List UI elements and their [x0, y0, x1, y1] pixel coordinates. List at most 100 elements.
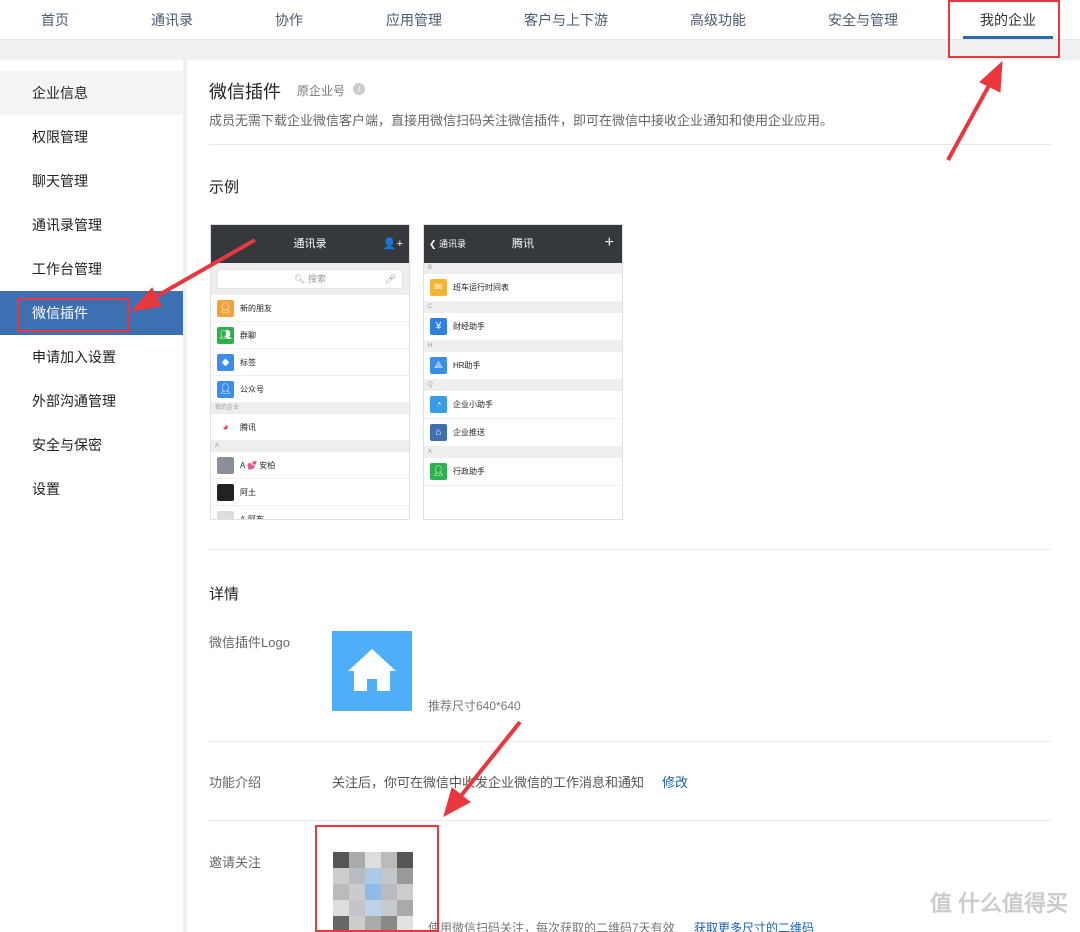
page-subtag: 原企业号 — [297, 84, 346, 98]
example-title: 示例 — [209, 179, 240, 196]
search-icon: 🔍︎ — [294, 274, 308, 284]
sidebar: 企业信息 权限管理 聊天管理 通讯录管理 工作台管理 微信插件 申请加入设置 外… — [0, 60, 183, 932]
top-nav: 首页 通讯录 协作 应用管理 客户与上下游 高级功能 安全与管理 我的企业 — [0, 0, 1080, 40]
annotation-box — [315, 825, 439, 932]
divider — [209, 741, 1052, 742]
list-item-label: A 💕 安柏 — [240, 461, 276, 470]
list-item: 👥︎ 群聊 — [211, 322, 409, 349]
edit-feature-link[interactable]: 修改 — [662, 772, 688, 791]
list-item: A-阿布 — [211, 506, 409, 520]
logo-label: 微信插件Logo — [209, 635, 290, 650]
sidebar-item-workbench[interactable]: 工作台管理 — [0, 247, 183, 291]
official-account-icon: 👤︎ — [217, 381, 234, 398]
list-item: ¥ 财经助手 — [424, 313, 622, 341]
list-item-label: 腾讯 — [240, 423, 256, 432]
sidebar-item-join-settings[interactable]: 申请加入设置 — [0, 335, 183, 379]
list-item: 👤︎ 新的朋友 — [211, 295, 409, 322]
list-item-label: 新的朋友 — [240, 304, 272, 313]
list-item-label: HR助手 — [453, 361, 481, 370]
section-header: 我的企业 — [211, 403, 409, 414]
list-item-label: 财经助手 — [453, 322, 485, 331]
info-icon[interactable]: i — [353, 83, 365, 95]
divider — [209, 549, 1052, 550]
sidebar-item-permissions[interactable]: 权限管理 — [0, 115, 183, 159]
tencent-logo-icon: ◕ — [217, 419, 234, 436]
hr-icon: ⟁ — [430, 357, 447, 374]
avatar — [217, 484, 234, 501]
tag-icon: ◆ — [217, 354, 234, 371]
home-icon: ⌂ — [430, 424, 447, 441]
divider — [209, 820, 1052, 821]
list-item-label: 行政助手 — [453, 467, 485, 476]
nav-home[interactable]: 首页 — [41, 0, 69, 40]
list-item: 👤︎ 行政助手 — [424, 458, 622, 486]
phone-header: 通讯录 👤+ — [211, 225, 409, 263]
new-friend-icon: 👤︎ — [217, 300, 234, 317]
example-phone-plugin: ❮ 通讯录 腾讯 + B ✉ 班车运行时间表 C ¥ 财经助手 H ⟁ HR助手 Q … — [423, 224, 623, 520]
list-item-label: 企业小助手 — [453, 400, 493, 409]
nav-customers[interactable]: 客户与上下游 — [524, 0, 608, 40]
list-item-label: 企业推送 — [453, 428, 485, 437]
sidebar-item-privacy[interactable]: 安全与保密 — [0, 423, 183, 467]
nav-collaboration[interactable]: 协作 — [275, 0, 303, 40]
list-item: A 💕 安柏 — [211, 452, 409, 479]
sidebar-item-external[interactable]: 外部沟通管理 — [0, 379, 183, 423]
phone-search-box: 🔍︎ 搜索 🎤︎ — [217, 269, 403, 289]
annotation-box — [948, 0, 1060, 58]
page-title: 微信插件 — [209, 82, 281, 102]
plus-icon: + — [604, 234, 614, 251]
nav-contacts[interactable]: 通讯录 — [151, 0, 193, 40]
sidebar-item-contacts[interactable]: 通讯录管理 — [0, 203, 183, 247]
page-description: 成员无需下载企业微信客户端，直接用微信扫码关注微信插件，即可在微信中接收企业通知… — [209, 113, 834, 128]
phone-header-title: 腾讯 — [512, 238, 534, 250]
section-header: B — [424, 263, 622, 274]
more-qr-sizes-link[interactable]: 获取更多尺寸的二维码 — [694, 919, 814, 932]
nav-advanced[interactable]: 高级功能 — [690, 0, 746, 40]
section-header: H — [424, 341, 622, 352]
main-panel: 微信插件 原企业号 i 成员无需下载企业微信客户端，直接用微信扫码关注微信插件，… — [187, 60, 1080, 932]
avatar — [217, 457, 234, 474]
sidebar-item-settings[interactable]: 设置 — [0, 467, 183, 511]
divider — [209, 144, 1052, 145]
group-chat-icon: 👥︎ — [217, 327, 234, 344]
list-item-label: 班车运行时间表 — [453, 283, 509, 292]
list-item: ✉ 班车运行时间表 — [424, 274, 622, 302]
sidebar-item-chat[interactable]: 聊天管理 — [0, 159, 183, 203]
list-item: 阿土 — [211, 479, 409, 506]
qr-hint: 使用微信扫码关注，每次获取的二维码7天有效 — [428, 921, 675, 932]
list-item: ◕ 腾讯 — [211, 414, 409, 441]
list-item-label: 标签 — [240, 358, 256, 367]
yen-icon: ¥ — [430, 318, 447, 335]
section-header: C — [424, 302, 622, 313]
list-item: ◔ 企业小助手 — [424, 391, 622, 419]
phone-header-title: 通讯录 — [293, 238, 327, 250]
section-header: X — [424, 447, 622, 458]
plugin-logo[interactable] — [332, 631, 412, 711]
list-item-label: 阿土 — [240, 488, 256, 497]
avatar — [217, 511, 234, 519]
home-icon — [348, 649, 396, 691]
section-header: Q — [424, 380, 622, 391]
watermark: 值 什么值得买 — [929, 891, 1068, 916]
annotation-box — [17, 298, 129, 332]
invite-label: 邀请关注 — [209, 855, 262, 870]
add-contact-icon: 👤+ — [382, 238, 403, 250]
list-item: 👤︎ 公众号 — [211, 376, 409, 403]
list-item-label: 公众号 — [240, 385, 264, 394]
section-header: A — [211, 441, 409, 452]
list-item-label: 群聊 — [240, 331, 256, 340]
chat-bubble-icon: ◔ — [430, 396, 447, 413]
sidebar-item-enterprise-info[interactable]: 企业信息 — [0, 71, 183, 115]
nav-app-management[interactable]: 应用管理 — [386, 0, 442, 40]
list-item: ⌂ 企业推送 — [424, 419, 622, 447]
feature-label: 功能介绍 — [209, 775, 262, 790]
microphone-icon: 🎤︎ — [384, 274, 396, 284]
mail-icon: ✉ — [430, 279, 447, 296]
nav-security[interactable]: 安全与管理 — [828, 0, 898, 40]
phone-search-placeholder: 搜索 — [307, 274, 326, 284]
person-icon: 👤︎ — [430, 463, 447, 480]
feature-text: 关注后，你可在微信中收发企业微信的工作消息和通知 — [332, 775, 645, 790]
details-title: 详情 — [209, 586, 240, 603]
list-item-label: A-阿布 — [240, 515, 264, 520]
list-item: ⟁ HR助手 — [424, 352, 622, 380]
